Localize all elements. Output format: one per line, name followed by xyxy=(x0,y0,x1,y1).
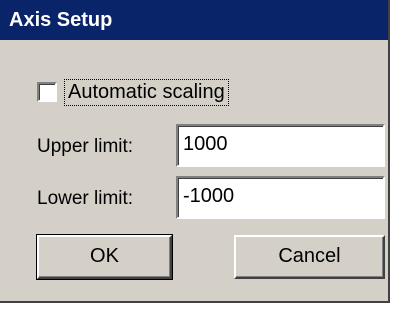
upper-limit-label: Upper limit: xyxy=(37,136,134,157)
window-title: Axis Setup xyxy=(0,0,388,40)
automatic-scaling-option[interactable]: Automatic scaling xyxy=(37,78,229,106)
automatic-scaling-label[interactable]: Automatic scaling xyxy=(64,78,229,106)
automatic-scaling-checkbox[interactable] xyxy=(37,82,57,102)
upper-limit-input[interactable]: 1000 xyxy=(176,124,385,167)
lower-limit-input[interactable]: -1000 xyxy=(176,176,385,219)
lower-limit-label: Lower limit: xyxy=(37,188,134,209)
ok-button[interactable]: OK xyxy=(36,234,173,280)
axis-setup-dialog: Axis Setup Automatic scaling Upper limit… xyxy=(0,0,390,303)
cancel-button[interactable]: Cancel xyxy=(234,235,385,279)
